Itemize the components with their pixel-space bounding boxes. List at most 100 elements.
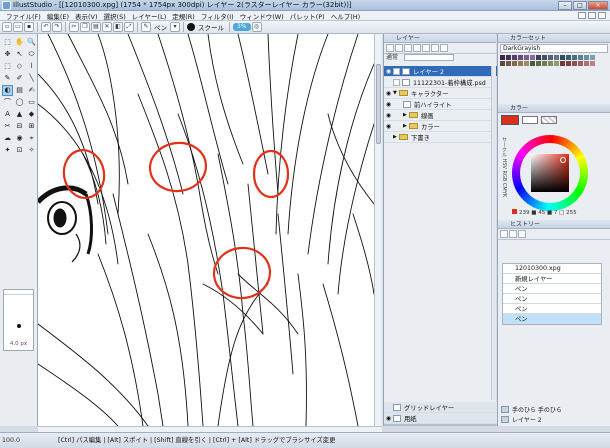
tool-button[interactable]: ✦	[2, 145, 13, 156]
drawing-canvas[interactable]	[38, 34, 374, 426]
color-swatch[interactable]	[548, 55, 553, 60]
layer-row[interactable]: ◉ 前ハイライト	[384, 99, 497, 110]
history-item[interactable]: ペン	[503, 304, 601, 314]
color-swatch[interactable]	[536, 61, 541, 66]
redo-icon[interactable]: ↷	[52, 22, 62, 32]
doc-minimize-button[interactable]	[578, 12, 586, 19]
color-swatch[interactable]	[566, 61, 571, 66]
tool-button[interactable]: 🔍	[26, 37, 37, 48]
layer-row[interactable]: グリッドレイヤー	[384, 402, 497, 413]
color-swatch[interactable]	[518, 61, 523, 66]
color-swatch[interactable]	[512, 55, 517, 60]
mask-icon[interactable]	[431, 44, 439, 52]
clear-icon[interactable]: ✕	[102, 22, 112, 32]
lock-icon[interactable]	[393, 78, 400, 86]
minimize-button[interactable]: –	[558, 0, 572, 10]
tool-button[interactable]: ⬚	[2, 37, 13, 48]
color-swatch[interactable]	[548, 61, 553, 66]
tool-button[interactable]: ⌇	[26, 61, 37, 72]
visibility-eye-icon[interactable]: ◉	[384, 123, 393, 130]
color-swatch[interactable]	[530, 61, 535, 66]
color-swatch[interactable]	[560, 55, 565, 60]
color-swatch[interactable]	[518, 55, 523, 60]
navigator-icon[interactable]: ◎	[251, 22, 262, 32]
undo-icon[interactable]: ↶	[41, 22, 51, 32]
tool-button[interactable]: ✐	[14, 73, 25, 84]
layer-row[interactable]: ◉ ▶ カラー	[384, 121, 497, 132]
color-set-dropdown[interactable]: DarkGrayish	[500, 44, 608, 53]
color-swatch[interactable]	[500, 55, 505, 60]
color-swatch[interactable]	[506, 55, 511, 60]
delete-layer-icon[interactable]	[422, 44, 430, 52]
hue-ring[interactable]	[511, 134, 589, 212]
tab-cmyk[interactable]: CMYK	[501, 183, 507, 197]
tool-button[interactable]: ✧	[26, 145, 37, 156]
doc-restore-button[interactable]	[588, 12, 596, 19]
tool-button[interactable]: ⌒	[2, 97, 13, 108]
color-swatch[interactable]	[584, 61, 589, 66]
tool-button[interactable]: ✍	[26, 85, 37, 96]
tool-button[interactable]: ☁	[2, 133, 13, 144]
menu-palette[interactable]: パレット(P)	[287, 11, 328, 21]
color-swatch[interactable]	[566, 55, 571, 60]
tool-button[interactable]: ◉	[14, 133, 25, 144]
tool-button[interactable]: ⌖	[26, 133, 37, 144]
new-folder-icon[interactable]	[395, 44, 403, 52]
tool-button[interactable]: ↖	[14, 49, 25, 60]
layer-row[interactable]: ◉ ▼ キャラクター	[384, 88, 497, 99]
color-swatch[interactable]	[590, 61, 595, 66]
color-wheel[interactable]	[511, 134, 589, 212]
history-item[interactable]: ペン	[503, 284, 601, 294]
tool-settings-icon[interactable]: ▾	[170, 22, 180, 32]
history-clear-icon[interactable]	[518, 230, 526, 238]
menu-ruler[interactable]: 定規(R)	[169, 11, 198, 21]
new-file-icon[interactable]: ▫	[2, 22, 12, 32]
visibility-eye-icon[interactable]: ◉	[384, 90, 393, 97]
visibility-eye-icon[interactable]: ◉	[384, 112, 393, 119]
copy-icon[interactable]: ❐	[80, 22, 90, 32]
duplicate-layer-icon[interactable]	[404, 44, 412, 52]
tool-button[interactable]: ⬭	[26, 49, 37, 60]
menu-window[interactable]: ウィンドウ(W)	[237, 11, 287, 21]
brush-size-preview[interactable]: 4.0 px	[3, 289, 34, 351]
tab-hsv[interactable]: HSV	[501, 159, 507, 169]
open-icon[interactable]: ▭	[13, 22, 23, 32]
menu-file[interactable]: ファイル(F)	[3, 11, 44, 21]
list-item[interactable]: レイヤー 2	[498, 414, 610, 424]
merge-down-icon[interactable]	[413, 44, 421, 52]
doc-close-button[interactable]	[598, 12, 606, 19]
color-swatch[interactable]	[512, 61, 517, 66]
layer-row[interactable]: ◉ レイヤー 2	[384, 66, 497, 77]
color-swatch[interactable]	[578, 61, 583, 66]
visibility-eye-icon[interactable]: ◉	[384, 101, 393, 108]
tool-button[interactable]: ◆	[26, 109, 37, 120]
tool-button[interactable]: ▲	[14, 109, 25, 120]
clip-icon[interactable]	[440, 44, 448, 52]
layer-row[interactable]: ▶ 下書き	[384, 132, 497, 143]
visibility-eye-icon[interactable]: ◉	[384, 415, 393, 422]
color-swatch[interactable]	[590, 55, 595, 60]
layer-row[interactable]: ◉ 用紙	[384, 413, 497, 424]
color-swatch[interactable]	[572, 55, 577, 60]
tool-button[interactable]: ✋	[14, 37, 25, 48]
scroll-thumb[interactable]	[376, 64, 381, 144]
paste-icon[interactable]: ▤	[91, 22, 101, 32]
transparent-color-chip[interactable]	[541, 115, 557, 124]
canvas-vertical-scrollbar[interactable]	[374, 34, 382, 426]
sub-color-chip[interactable]	[522, 115, 538, 124]
lock-icon[interactable]	[393, 67, 400, 75]
color-mode-tabs[interactable]: サークル HSV RGB CMYK	[499, 137, 508, 197]
color-swatch[interactable]	[578, 55, 583, 60]
color-swatch[interactable]	[572, 61, 577, 66]
layer-row[interactable]: 11122301-着枠構成.psd	[384, 77, 497, 88]
color-swatch[interactable]	[584, 55, 589, 60]
list-item[interactable]: 手のひら 手のひら	[498, 404, 610, 414]
color-swatch[interactable]	[524, 55, 529, 60]
color-swatch[interactable]	[542, 55, 547, 60]
opacity-slider[interactable]	[404, 54, 455, 61]
tool-button[interactable]: ◯	[14, 97, 25, 108]
history-item[interactable]: ペン	[503, 314, 601, 324]
cut-icon[interactable]: ✂	[69, 22, 79, 32]
color-swatch[interactable]	[500, 61, 505, 66]
tool-button[interactable]: ▭	[26, 97, 37, 108]
